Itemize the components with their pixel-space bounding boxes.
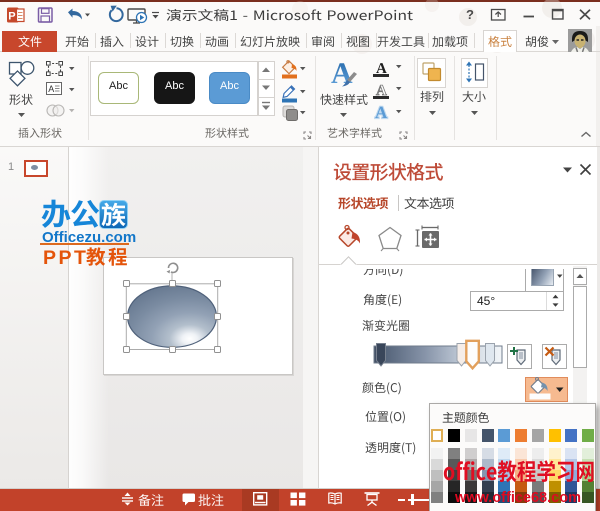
svg-text:A: A (48, 84, 54, 94)
svg-text:?: ? (466, 7, 474, 22)
svg-text:P: P (8, 11, 15, 23)
